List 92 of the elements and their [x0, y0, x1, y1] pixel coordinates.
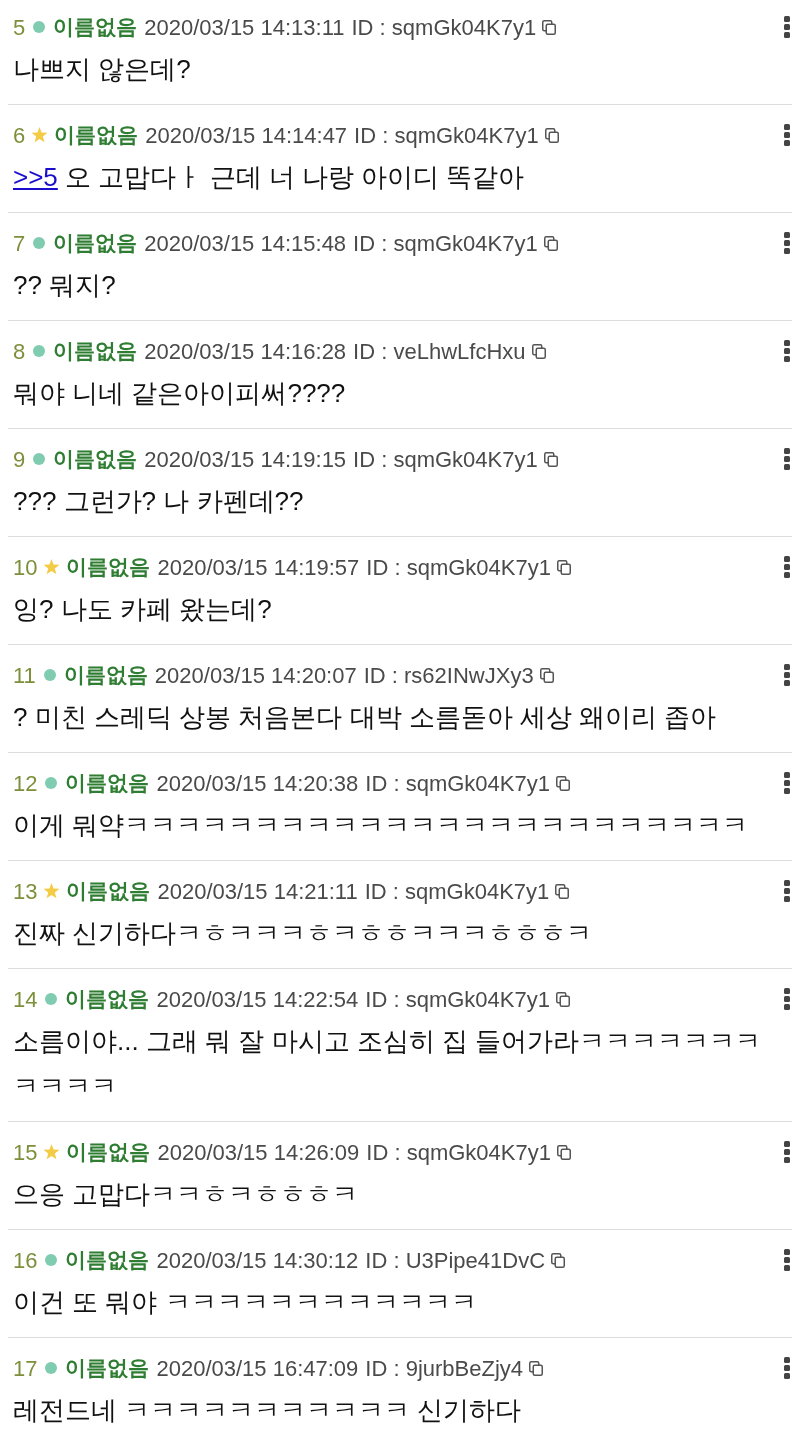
post-number: 10 [13, 553, 38, 582]
post-number: 14 [13, 985, 38, 1014]
post-number: 9 [13, 445, 26, 474]
more-options-icon[interactable] [784, 772, 790, 794]
more-options-icon[interactable] [784, 664, 790, 686]
more-options-icon[interactable] [784, 232, 790, 254]
user-id: ID : sqmGk04K7y1 [366, 553, 551, 582]
user-id: ID : sqmGk04K7y1 [353, 229, 538, 258]
copy-icon[interactable] [551, 1252, 566, 1268]
post-number: 8 [13, 337, 26, 366]
post-datetime: 2020/03/15 16:47:09 [156, 1354, 359, 1383]
post-number: 15 [13, 1138, 38, 1167]
post-text: 진짜 신기하다ㅋㅎㅋㅋㅋㅎㅋㅎㅎㅋㅋㅋㅎㅎㅎㅋ [13, 917, 594, 950]
post-text: ??? 그런가? 나 카펜데?? [13, 485, 305, 518]
copy-icon[interactable] [557, 1144, 571, 1160]
copy-icon[interactable] [529, 1360, 544, 1376]
copy-icon[interactable] [556, 775, 570, 791]
post-datetime: 2020/03/15 14:15:48 [144, 229, 347, 258]
copy-icon[interactable] [544, 127, 559, 143]
user-id: ID : sqmGk04K7y1 [354, 121, 539, 150]
user-id: ID : sqmGk04K7y1 [365, 985, 550, 1014]
author-name: 이름없음 [66, 554, 151, 581]
more-options-icon[interactable] [784, 16, 790, 38]
post-text: >>5 오 고맙다ㅏ 근데 너 나랑 아이디 똑같아 [13, 161, 526, 194]
more-options-icon[interactable] [784, 1249, 790, 1271]
post-text: 레전드네 ㅋㅋㅋㅋㅋㅋㅋㅋㅋㅋㅋ 신기하다 [13, 1394, 523, 1427]
more-options-icon[interactable] [784, 340, 790, 362]
post-text: 뭐야 니네 같은아이피써???? [13, 377, 347, 410]
post-number: 13 [13, 877, 38, 906]
post-datetime: 2020/03/15 14:20:07 [154, 661, 357, 690]
post-datetime: 2020/03/15 14:13:11 [144, 13, 345, 42]
author-name: 이름없음 [65, 1247, 150, 1274]
post-datetime: 2020/03/15 14:14:47 [145, 121, 348, 150]
copy-icon[interactable] [543, 451, 558, 467]
copy-icon[interactable] [556, 991, 570, 1007]
author-name: 이름없음 [65, 1355, 150, 1382]
copy-icon[interactable] [542, 19, 557, 35]
user-id: ID : U3Pipe41DvC [365, 1246, 546, 1275]
author-name: 이름없음 [65, 770, 150, 797]
author-name: 이름없음 [53, 14, 138, 41]
post-datetime: 2020/03/15 14:21:11 [157, 877, 358, 906]
author-name: 이름없음 [54, 122, 139, 149]
user-id: ID : sqmGk04K7y1 [364, 877, 550, 906]
more-options-icon[interactable] [784, 880, 790, 902]
more-options-icon[interactable] [784, 124, 790, 146]
post-datetime: 2020/03/15 14:26:09 [157, 1138, 360, 1167]
post-text: 이게 뭐약ㅋㅋㅋㅋㅋㅋㅋㅋㅋㅋㅋㅋㅋㅋㅋㅋㅋㅋㅋㅋㅋㅋㅋㅋ [13, 809, 750, 842]
more-options-icon[interactable] [784, 1141, 790, 1163]
post-datetime: 2020/03/15 14:19:57 [157, 553, 360, 582]
post-number: 12 [13, 769, 38, 798]
post-text: ? 미친 스레딕 상봉 처음본다 대박 소름돋아 세상 왜이리 좁아 [13, 701, 718, 734]
user-id: ID : rs62INwJXy3 [363, 661, 534, 690]
post-datetime: 2020/03/15 14:16:28 [144, 337, 347, 366]
post-datetime: 2020/03/15 14:19:15 [144, 445, 347, 474]
author-name: 이름없음 [53, 338, 138, 365]
user-id: ID : veLhwLfcHxu [353, 337, 526, 366]
copy-icon[interactable] [539, 667, 554, 683]
author-name: 이름없음 [66, 1139, 151, 1166]
post-number: 16 [13, 1246, 38, 1275]
post-datetime: 2020/03/15 14:30:12 [156, 1246, 359, 1275]
author-name: 이름없음 [66, 878, 151, 905]
copy-icon[interactable] [543, 235, 558, 251]
copy-icon[interactable] [555, 883, 570, 899]
reply-link[interactable]: >>5 [13, 162, 58, 192]
user-id: ID : 9jurbBeZjy4 [365, 1354, 524, 1383]
more-options-icon[interactable] [784, 448, 790, 470]
copy-icon[interactable] [531, 343, 546, 359]
author-name: 이름없음 [65, 986, 150, 1013]
user-id: ID : sqmGk04K7y1 [365, 769, 550, 798]
post-text: 이건 또 뭐야 ㅋㅋㅋㅋㅋㅋㅋㅋㅋㅋㅋㅋ [13, 1286, 478, 1319]
post-number: 11 [13, 661, 36, 690]
author-name: 이름없음 [63, 662, 148, 689]
post-text: 소름이야... 그래 뭐 잘 마시고 조심히 집 들어가라ㅋㅋㅋㅋㅋㅋㅋㅋㅋㅋㅋ [13, 1025, 763, 1103]
post-datetime: 2020/03/15 14:20:38 [156, 769, 359, 798]
post-text: 나쁘지 않은데? [13, 53, 192, 86]
author-name: 이름없음 [53, 446, 138, 473]
user-id: ID : sqmGk04K7y1 [366, 1138, 551, 1167]
post-number: 7 [13, 229, 26, 258]
post-number: 17 [13, 1354, 38, 1383]
post-text: 으응 고맙다ㅋㅋㅎㅋㅎㅎㅎㅋ [13, 1178, 360, 1211]
user-id: ID : sqmGk04K7y1 [353, 445, 538, 474]
more-options-icon[interactable] [784, 556, 790, 578]
more-options-icon[interactable] [784, 1357, 790, 1379]
post-datetime: 2020/03/15 14:22:54 [156, 985, 359, 1014]
post-number: 5 [13, 13, 26, 42]
post-text: ?? 뭐지? [13, 269, 117, 302]
post-number: 6 [13, 121, 26, 150]
user-id: ID : sqmGk04K7y1 [351, 13, 537, 42]
post-text: 잉? 나도 카페 왔는데? [13, 593, 273, 626]
author-name: 이름없음 [53, 230, 138, 257]
more-options-icon[interactable] [784, 988, 790, 1010]
copy-icon[interactable] [557, 559, 571, 575]
